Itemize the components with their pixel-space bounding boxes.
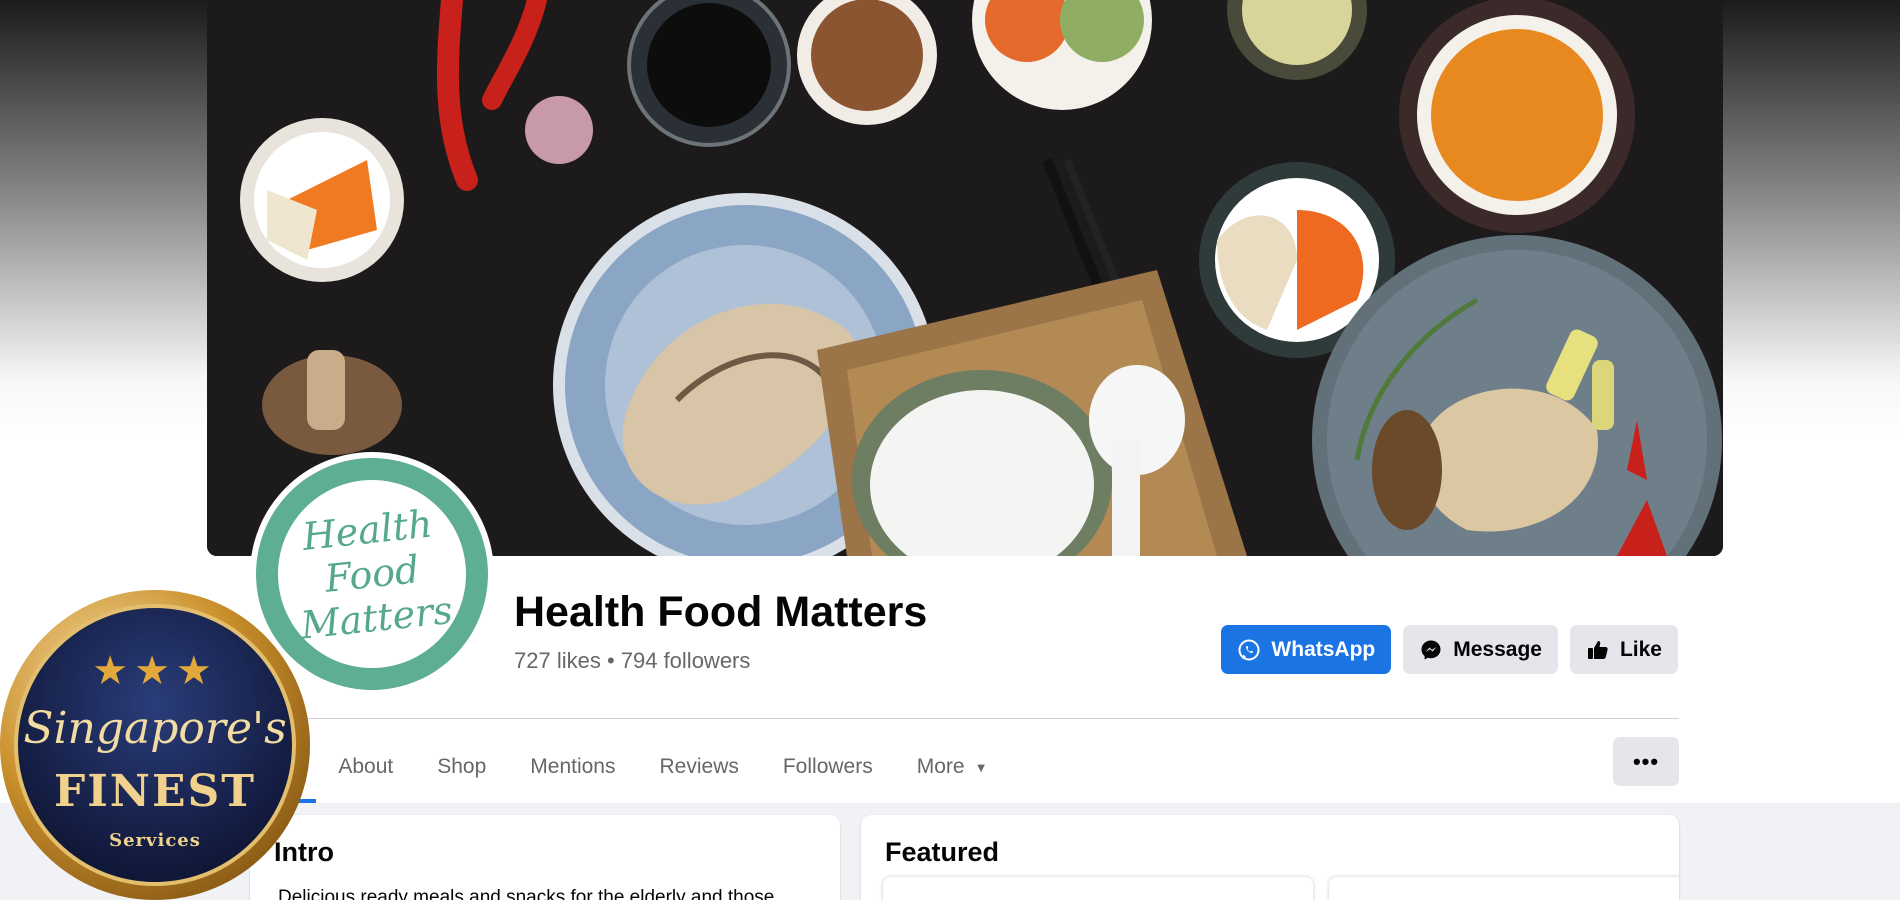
header-divider [250,718,1679,719]
page-tabs: ts About Shop Mentions Reviews Followers… [250,731,1009,803]
ellipsis-icon: ••• [1632,748,1660,774]
messenger-icon [1421,640,1441,659]
logo-line-3: Matters [298,587,455,648]
whatsapp-label: WhatsApp [1271,637,1376,661]
caret-down-icon: ▼ [974,759,988,775]
like-label: Like [1619,637,1662,661]
intro-card: Intro Delicious ready meals and snacks f… [250,815,840,900]
tab-mentions[interactable]: Mentions [508,731,637,803]
page-title: Health Food Matters [514,588,928,636]
thumbs-up-icon [1587,640,1608,659]
tab-about[interactable]: About [316,731,415,803]
featured-title: Featured [885,837,1000,867]
tab-about-label: About [338,755,394,778]
tab-more-label: More [916,755,965,778]
badge-line-3: Services [109,830,201,851]
badge-face: ★★★ Singapore's FINEST Services [14,604,296,886]
tab-followers-label: Followers [782,755,873,778]
singapores-finest-badge: ★★★ Singapore's FINEST Services [0,590,310,900]
badge-stars-icon: ★★★ [92,649,218,693]
tab-mentions-label: Mentions [530,755,616,778]
tab-more[interactable]: More ▼ [895,731,1010,803]
tab-reviews[interactable]: Reviews [638,731,761,803]
tab-shop-label: Shop [437,755,487,778]
featured-card: Featured [861,815,1679,900]
featured-item[interactable] [1329,877,1679,900]
more-options-button[interactable]: ••• [1613,737,1679,786]
message-label: Message [1453,637,1542,661]
tab-followers[interactable]: Followers [761,731,895,803]
page-actions: WhatsApp Message Like [1221,625,1678,674]
tab-shop[interactable]: Shop [415,731,508,803]
badge-line-1: Singapore's [23,703,287,754]
tab-reviews-label: Reviews [659,755,739,778]
featured-item[interactable] [883,877,1313,900]
whatsapp-button[interactable]: WhatsApp [1221,625,1392,674]
like-button[interactable]: Like [1569,625,1678,674]
whatsapp-icon [1238,639,1260,660]
message-button[interactable]: Message [1403,625,1558,674]
logo-text: Health Food Matters [268,470,476,678]
page-stats[interactable]: 727 likes • 794 followers [514,648,750,674]
badge-line-2: FINEST [53,766,257,817]
intro-description: Delicious ready meals and snacks for the… [278,887,775,900]
